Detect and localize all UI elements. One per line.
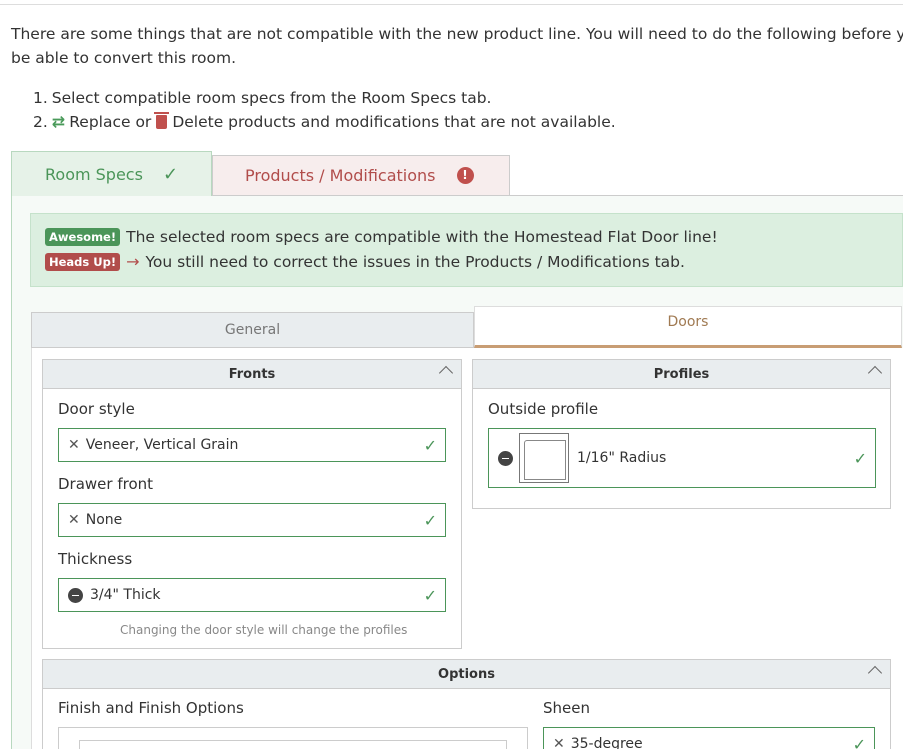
status-alert: Awesome! The selected room specs are com…: [30, 213, 903, 287]
step-2: 2. ⇄ Replace or Delete products and modi…: [33, 110, 616, 134]
card-title: Fronts: [228, 366, 276, 382]
collapse-icon[interactable]: [438, 365, 454, 381]
tab-room-specs[interactable]: Room Specs ✓: [11, 151, 212, 196]
profile-thumbnail: [519, 433, 569, 483]
clear-icon[interactable]: ✕: [553, 736, 565, 749]
outside-profile-label: Outside profile: [488, 400, 599, 418]
alert-warning-text: You still need to correct the issues in …: [145, 252, 685, 271]
collapse-icon[interactable]: [867, 365, 883, 381]
tab-divider: [510, 195, 903, 196]
minus-circle-icon[interactable]: [68, 587, 83, 603]
drawer-front-value: None: [85, 512, 123, 528]
finish-select[interactable]: [79, 740, 507, 749]
outside-profile-select[interactable]: 1/16" Radius ✓: [488, 428, 876, 488]
profiles-header[interactable]: Profiles: [473, 360, 890, 389]
step-replace-label: Replace or: [69, 113, 152, 131]
intro-text: There are some things that are not compa…: [11, 25, 903, 43]
steps-list: 1. Select compatible room specs from the…: [33, 86, 616, 134]
subtab-general[interactable]: General: [31, 312, 474, 348]
collapse-icon[interactable]: [867, 665, 883, 681]
tab-label: Products / Modifications: [245, 166, 436, 185]
card-title: Options: [438, 666, 495, 682]
finish-label: Finish and Finish Options: [58, 699, 244, 717]
step-number: 2.: [33, 113, 48, 131]
minus-circle-icon[interactable]: [498, 450, 513, 466]
awesome-badge: Awesome!: [45, 228, 121, 246]
alert-success-text: The selected room specs are compatible w…: [126, 228, 718, 246]
tab-products-modifications[interactable]: Products / Modifications !: [212, 155, 510, 196]
thickness-value: 3/4" Thick: [90, 587, 161, 603]
clear-icon[interactable]: ✕: [68, 437, 80, 453]
check-icon: ✓: [162, 163, 179, 185]
step-text: Delete products and modifications that a…: [172, 113, 616, 131]
check-icon: ✓: [423, 510, 437, 530]
card-title: Profiles: [653, 366, 710, 382]
door-style-select[interactable]: ✕ Veneer, Vertical Grain ✓: [58, 428, 446, 462]
check-icon: ✓: [853, 448, 867, 468]
subtab-doors[interactable]: Doors: [474, 306, 902, 348]
arrow-right-icon: →: [126, 252, 140, 271]
finish-container: [58, 727, 528, 749]
step-number: 1.: [33, 89, 48, 107]
subtab-label: Doors: [667, 314, 709, 330]
alert-success-line: Awesome! The selected room specs are com…: [45, 228, 718, 246]
drawer-front-select[interactable]: ✕ None ✓: [58, 503, 446, 537]
thickness-label: Thickness: [58, 550, 133, 568]
heads-up-badge: Heads Up!: [45, 252, 121, 271]
step-text: Select compatible room specs from the Ro…: [51, 89, 492, 107]
check-icon: ✓: [423, 435, 437, 455]
check-icon: ✓: [852, 734, 866, 749]
subtab-label: General: [224, 322, 281, 338]
sheen-select[interactable]: ✕ 35-degree ✓: [543, 727, 875, 749]
clear-icon[interactable]: ✕: [68, 512, 80, 528]
top-divider: [0, 4, 903, 5]
intro-text-line2: be able to convert this room.: [11, 49, 237, 67]
replace-icon: ⇄: [51, 112, 66, 131]
fronts-header[interactable]: Fronts: [43, 360, 461, 389]
thickness-select[interactable]: 3/4" Thick ✓: [58, 578, 446, 612]
door-style-note: Changing the door style will change the …: [120, 623, 408, 637]
warning-icon: !: [456, 167, 474, 184]
sheen-value: 35-degree: [570, 736, 643, 749]
alert-warning-line: Heads Up! → You still need to correct th…: [45, 252, 685, 271]
step-1: 1. Select compatible room specs from the…: [33, 86, 616, 110]
door-style-value: Veneer, Vertical Grain: [85, 437, 239, 453]
trash-icon: [154, 112, 170, 129]
check-icon: ✓: [423, 585, 437, 605]
outside-profile-value: 1/16" Radius: [577, 450, 667, 466]
door-style-label: Door style: [58, 400, 135, 418]
sheen-label: Sheen: [543, 699, 590, 717]
tab-label: Room Specs: [45, 164, 143, 184]
options-header[interactable]: Options: [43, 660, 890, 689]
drawer-front-label: Drawer front: [58, 475, 154, 493]
